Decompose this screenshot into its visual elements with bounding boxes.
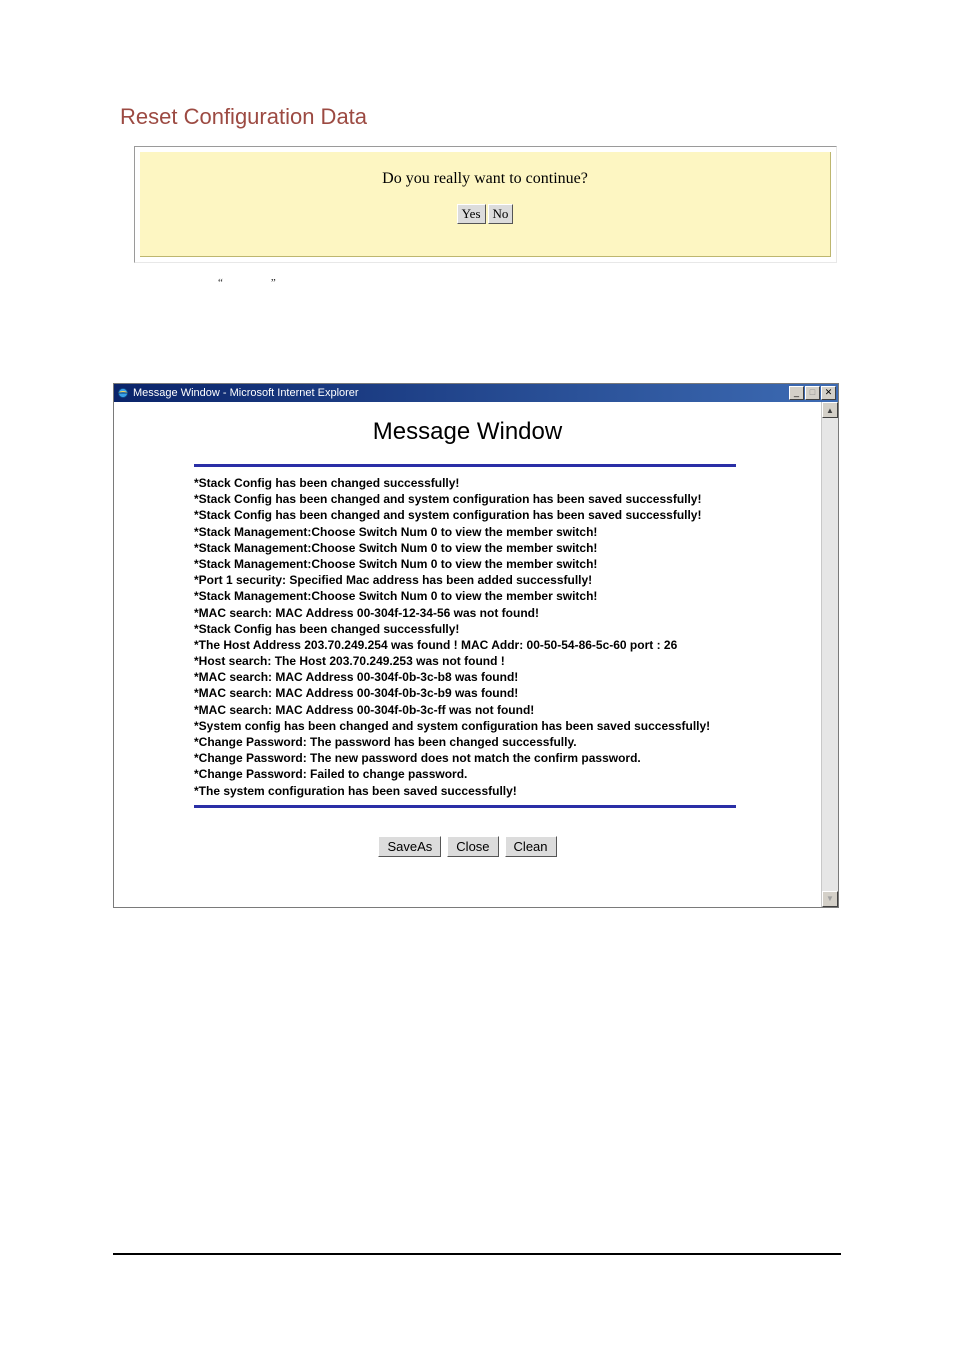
message-line: *Stack Management:Choose Switch Num 0 to… [194,540,736,556]
minimize-button[interactable]: _ [789,386,804,400]
close-button[interactable]: Close [447,836,498,857]
content-title: Message Window [114,418,821,446]
message-line: *System config has been changed and syst… [194,718,736,734]
message-line: *Change Password: The new password does … [194,750,736,766]
content-buttons: SaveAs Close Clean [114,836,821,857]
scroll-up-button[interactable]: ▲ [822,402,838,418]
ie-icon [117,387,129,399]
message-line: *MAC search: MAC Address 00-304f-12-34-5… [194,605,736,621]
footer-rule [113,1253,841,1255]
confirm-panel: Do you really want to continue? Yes No [140,152,831,257]
scroll-track[interactable] [822,418,838,891]
confirm-buttons: Yes No [457,204,514,224]
maximize-button[interactable]: □ [805,386,820,400]
message-line: *Stack Config has been changed successfu… [194,475,736,491]
no-button[interactable]: No [488,204,514,224]
message-line: *The Host Address 203.70.249.254 was fou… [194,637,736,653]
message-line: *MAC search: MAC Address 00-304f-0b-3c-f… [194,702,736,718]
clean-button[interactable]: Clean [505,836,557,857]
window-content: Message Window *Stack Config has been ch… [114,402,821,907]
message-list: *Stack Config has been changed successfu… [194,475,736,799]
confirm-prompt: Do you really want to continue? [382,170,588,188]
message-line: *Stack Config has been changed and syste… [194,491,736,507]
yes-button[interactable]: Yes [457,204,486,224]
message-line: *Stack Management:Choose Switch Num 0 to… [194,524,736,540]
message-line: *MAC search: MAC Address 00-304f-0b-3c-b… [194,669,736,685]
quote-marks: “” [218,277,324,289]
saveas-button[interactable]: SaveAs [378,836,441,857]
message-line: *Stack Config has been changed successfu… [194,621,736,637]
message-line: *Stack Management:Choose Switch Num 0 to… [194,588,736,604]
close-window-button[interactable]: ✕ [821,386,836,400]
divider-top [194,464,736,467]
window-titlebar: Message Window - Microsoft Internet Expl… [114,384,838,402]
message-line: *Stack Management:Choose Switch Num 0 to… [194,556,736,572]
window-title: Message Window - Microsoft Internet Expl… [133,387,359,399]
divider-bottom [194,805,736,808]
message-line: *Host search: The Host 203.70.249.253 wa… [194,653,736,669]
message-window: Message Window - Microsoft Internet Expl… [113,383,839,908]
page-title: Reset Configuration Data [120,104,367,130]
message-line: *The system configuration has been saved… [194,783,736,799]
message-line: *Change Password: The password has been … [194,734,736,750]
message-line: *Port 1 security: Specified Mac address … [194,572,736,588]
message-line: *Stack Config has been changed and syste… [194,507,736,523]
message-line: *MAC search: MAC Address 00-304f-0b-3c-b… [194,685,736,701]
scrollbar[interactable]: ▲ ▼ [821,402,838,907]
confirm-dialog: Do you really want to continue? Yes No [134,146,837,263]
scroll-down-button[interactable]: ▼ [822,891,838,907]
message-line: *Change Password: Failed to change passw… [194,766,736,782]
